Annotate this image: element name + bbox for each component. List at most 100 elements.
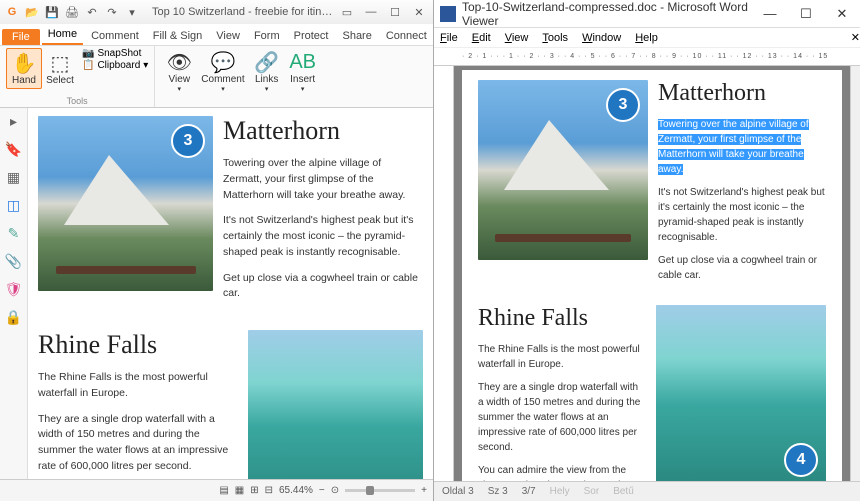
tab-fill-sign[interactable]: Fill & Sign bbox=[147, 27, 209, 45]
status-page: Oldal 3 bbox=[442, 486, 474, 497]
clipboard-icon: 📋 bbox=[82, 60, 94, 71]
rhine-falls-image: 4 bbox=[656, 305, 826, 481]
ribbon-minimize-icon[interactable]: ▭ bbox=[337, 6, 357, 19]
hand-tool-button[interactable]: ✋Hand bbox=[6, 48, 42, 89]
number-badge: 3 bbox=[606, 88, 640, 122]
left-sidebar: ▸ 🔖 ▦ ◫ ✎ 📎 🛡 🔒 bbox=[0, 108, 28, 479]
layers-icon[interactable]: ◫ bbox=[5, 196, 23, 214]
body-text-highlighted[interactable]: Towering over the alpine village of Zerm… bbox=[658, 117, 826, 177]
window-title: Top-10-Switzerland-compressed.doc - Micr… bbox=[462, 0, 752, 28]
body-text: They are a single drop waterfall with a … bbox=[478, 380, 646, 455]
status-section: Sz 3 bbox=[488, 486, 508, 497]
insert-button[interactable]: ABInsert▾ bbox=[285, 48, 321, 95]
section-heading: Rhine Falls bbox=[38, 330, 238, 360]
file-tab[interactable]: File bbox=[2, 29, 40, 45]
sidebar-toggle-icon[interactable]: ▸ bbox=[5, 112, 23, 130]
vertical-ruler[interactable] bbox=[434, 66, 454, 481]
select-tool-button[interactable]: ⬚Select bbox=[42, 48, 78, 89]
status-position: Hely bbox=[550, 486, 570, 497]
tab-comment[interactable]: Comment bbox=[85, 27, 145, 45]
zoom-level: 65.44% bbox=[279, 485, 313, 496]
quick-access-toolbar: G 📂 💾 🖨 ↶ ↷ ▾ Top 10 Switzerland - freeb… bbox=[0, 0, 433, 24]
comments-icon[interactable]: ✎ bbox=[5, 224, 23, 242]
view-button[interactable]: 👁View▾ bbox=[161, 48, 197, 95]
menu-tools[interactable]: Tools bbox=[542, 32, 568, 44]
zoom-out-icon[interactable]: − bbox=[319, 485, 325, 496]
horizontal-ruler[interactable]: · 2 · 1 · · · 1 · · 2 · · 3 · · 4 · · 5 … bbox=[434, 48, 860, 66]
view-mode-icon[interactable]: ▤ bbox=[219, 485, 228, 496]
tab-home[interactable]: Home bbox=[42, 25, 83, 45]
minimize-icon[interactable]: — bbox=[361, 6, 381, 18]
ribbon-tabs: File Home Comment Fill & Sign View Form … bbox=[0, 24, 433, 46]
snapshot-button[interactable]: 📷SnapShot bbox=[82, 48, 141, 59]
document-area[interactable]: 3 Matterhorn Towering over the alpine vi… bbox=[434, 66, 860, 481]
foxit-app-window: G 📂 💾 🖨 ↶ ↷ ▾ Top 10 Switzerland - freeb… bbox=[0, 0, 434, 501]
save-icon[interactable]: 💾 bbox=[44, 4, 60, 20]
menu-view[interactable]: View bbox=[505, 32, 529, 44]
bookmarks-icon[interactable]: 🔖 bbox=[5, 140, 23, 158]
menu-help[interactable]: Help bbox=[635, 32, 658, 44]
view-mode-icon[interactable]: ⊞ bbox=[250, 485, 258, 496]
comment-button[interactable]: 💬Comment▾ bbox=[197, 48, 248, 95]
maximize-button[interactable]: ☐ bbox=[788, 0, 824, 28]
hand-icon: ✋ bbox=[12, 51, 37, 75]
menu-window[interactable]: Window bbox=[582, 32, 621, 44]
rhine-falls-image bbox=[248, 330, 423, 479]
status-bar: Oldal 3 Sz 3 3/7 Hely Sor Betű bbox=[434, 481, 860, 501]
view-mode-icon[interactable]: ⊟ bbox=[265, 485, 273, 496]
qat-dropdown-icon[interactable]: ▾ bbox=[124, 4, 140, 20]
print-icon[interactable]: 🖨 bbox=[64, 4, 80, 20]
menu-edit[interactable]: Edit bbox=[472, 32, 491, 44]
minimize-button[interactable]: — bbox=[752, 0, 788, 28]
close-button[interactable]: ✕ bbox=[824, 0, 860, 28]
body-text: It's not Switzerland's highest peak but … bbox=[223, 213, 423, 260]
section-heading: Matterhorn bbox=[658, 80, 826, 107]
tab-share[interactable]: Share bbox=[336, 27, 377, 45]
tab-form[interactable]: Form bbox=[248, 27, 286, 45]
status-bar: ▤ ▦ ⊞ ⊟ 65.44% − ⊙ + bbox=[0, 479, 433, 501]
tab-connect[interactable]: Connect bbox=[380, 27, 433, 45]
zoom-in-icon[interactable]: + bbox=[421, 485, 427, 496]
maximize-icon[interactable]: ☐ bbox=[385, 6, 405, 19]
attachments-icon[interactable]: 📎 bbox=[5, 252, 23, 270]
clipboard-button[interactable]: 📋Clipboard ▾ bbox=[82, 60, 148, 71]
body-text: Get up close via a cogwheel train or cab… bbox=[658, 253, 826, 283]
body-text: They are a single drop waterfall with a … bbox=[38, 412, 238, 475]
links-button[interactable]: 🔗Links▾ bbox=[249, 48, 285, 95]
document-view[interactable]: 3 Matterhorn Towering over the alpine vi… bbox=[28, 108, 433, 479]
section-heading: Rhine Falls bbox=[478, 305, 646, 332]
window-title: Top 10 Switzerland - freebie for itinera… bbox=[152, 6, 333, 18]
links-icon: 🔗 bbox=[254, 50, 279, 74]
ribbon-group-label: Tools bbox=[67, 96, 88, 107]
signatures-icon[interactable]: 🔒 bbox=[5, 308, 23, 326]
close-icon[interactable]: ✕ bbox=[409, 6, 429, 19]
security-icon[interactable]: 🛡 bbox=[5, 280, 23, 298]
status-column: Betű bbox=[613, 486, 634, 497]
snapshot-icon: 📷 bbox=[82, 48, 94, 59]
menu-bar: File Edit View Tools Window Help ✕ bbox=[434, 28, 860, 48]
document-page: 3 Matterhorn Towering over the alpine vi… bbox=[462, 70, 842, 481]
title-bar: Top-10-Switzerland-compressed.doc - Micr… bbox=[434, 0, 860, 28]
body-text: You can admire the view from the shore o… bbox=[478, 463, 646, 481]
document-page: 3 Matterhorn Towering over the alpine vi… bbox=[28, 108, 433, 479]
body-text: The Rhine Falls is the most powerful wat… bbox=[478, 342, 646, 372]
open-icon[interactable]: 📂 bbox=[24, 4, 40, 20]
tab-view[interactable]: View bbox=[210, 27, 246, 45]
body-text: Get up close via a cogwheel train or cab… bbox=[223, 271, 423, 303]
comment-icon: 💬 bbox=[211, 50, 236, 74]
insert-icon: AB bbox=[289, 50, 316, 74]
vertical-scrollbar[interactable] bbox=[850, 66, 860, 481]
redo-icon[interactable]: ↷ bbox=[104, 4, 120, 20]
section-heading: Matterhorn bbox=[223, 116, 423, 146]
pages-icon[interactable]: ▦ bbox=[5, 168, 23, 186]
body-text: Towering over the alpine village of Zerm… bbox=[223, 156, 423, 203]
word-icon bbox=[440, 6, 456, 22]
zoom-dot-icon[interactable]: ⊙ bbox=[331, 485, 339, 496]
menu-close-doc-icon[interactable]: ✕ bbox=[851, 31, 860, 44]
view-mode-icon[interactable]: ▦ bbox=[235, 485, 244, 496]
tab-protect[interactable]: Protect bbox=[288, 27, 335, 45]
zoom-slider[interactable] bbox=[345, 489, 415, 492]
undo-icon[interactable]: ↶ bbox=[84, 4, 100, 20]
body-text: It's not Switzerland's highest peak but … bbox=[658, 185, 826, 245]
menu-file[interactable]: File bbox=[440, 32, 458, 44]
